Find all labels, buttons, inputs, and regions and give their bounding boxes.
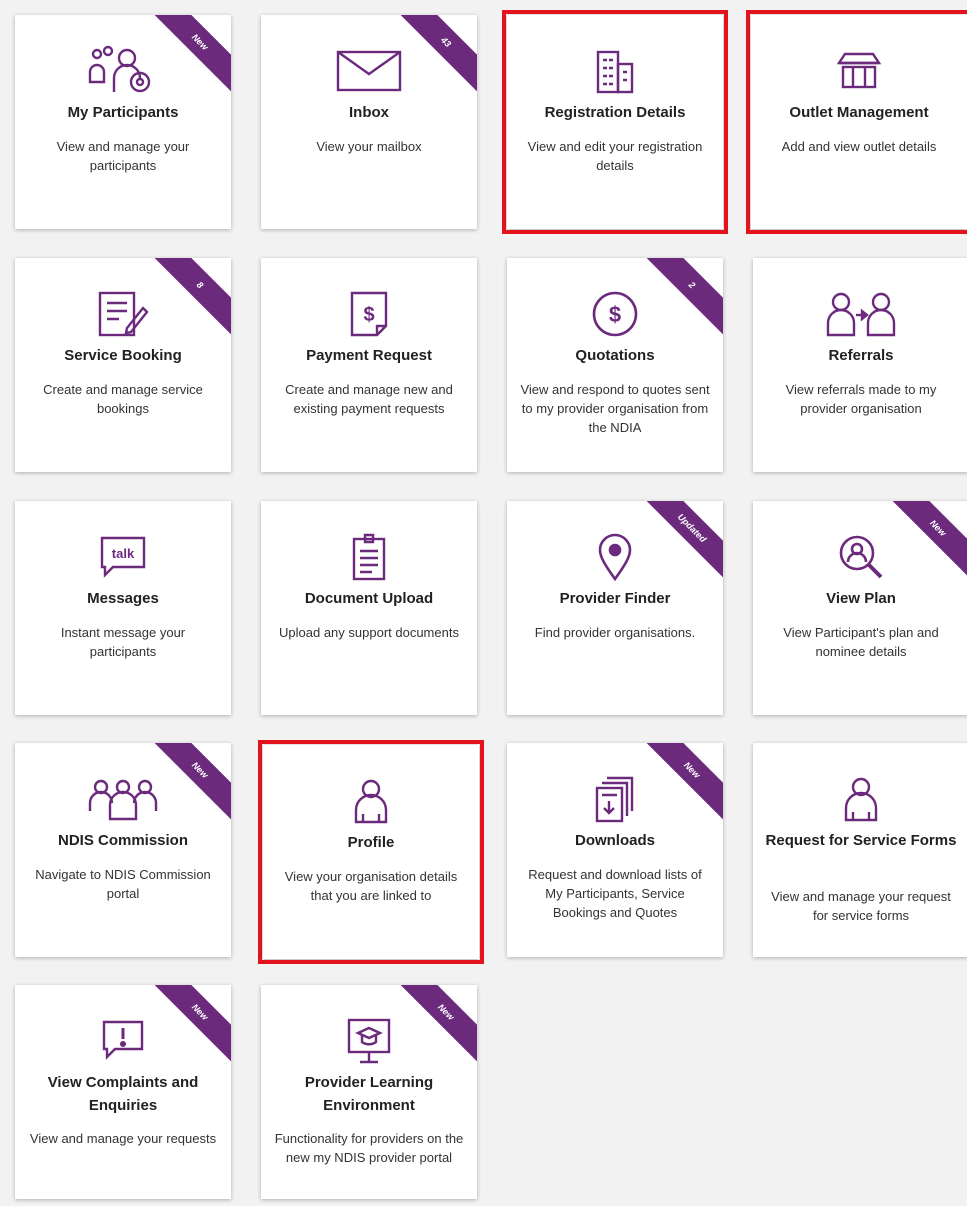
tile-title: Messages [87, 590, 159, 607]
person-icon [263, 773, 479, 829]
tile-payment-request[interactable]: $ Payment Request Create and manage new … [261, 258, 477, 472]
tile-title: Downloads [574, 832, 655, 849]
tile-description: View referrals made to my provider organ… [785, 382, 937, 416]
tile-description: Find provider organisations. [534, 625, 696, 640]
tile-provider-finder[interactable]: Provider Finder Find provider organisati… [507, 501, 723, 715]
tile-description: Functionality for providers on the new m… [274, 1131, 464, 1165]
svg-text:$: $ [609, 302, 621, 327]
tile-description: Create and manage service bookings [43, 382, 203, 416]
tile-title: Referrals [828, 347, 894, 364]
tile-description: Create and manage new and existing payme… [285, 382, 453, 416]
tile-description: View your mailbox [316, 139, 422, 154]
tile-registration-details[interactable]: Registration Details View and edit your … [502, 10, 728, 234]
tile-title: Request for Service Forms [765, 832, 957, 849]
tile-inbox[interactable]: Inbox View your mailbox 43 [261, 15, 477, 229]
tile-title: Provider Finder [559, 590, 671, 607]
building-icon [507, 43, 723, 99]
svg-text:talk: talk [112, 546, 135, 561]
tile-referrals[interactable]: Referrals View referrals made to my prov… [753, 258, 967, 472]
tile-description: View and edit your registration details [527, 139, 703, 173]
tile-view-complaints-and-enquiries[interactable]: View Complaints and Enquiries View and m… [15, 985, 231, 1199]
tile-description: View Participant's plan and nominee deta… [783, 625, 939, 659]
tile-description: Request and download lists of My Partici… [528, 867, 702, 920]
dollar-document-icon: $ [261, 286, 477, 342]
tile-description: View your organisation details that you … [284, 869, 458, 903]
tile-outlet-management[interactable]: Outlet Management Add and view outlet de… [746, 10, 967, 234]
tile-title: My Participants [67, 104, 179, 121]
tile-title: Payment Request [306, 347, 432, 364]
tile-title: View Complaints and Enquiries [47, 1074, 199, 1114]
tile-service-booking[interactable]: Service Booking Create and manage servic… [15, 258, 231, 472]
tile-description: Add and view outlet details [781, 139, 937, 154]
tile-downloads[interactable]: Downloads Request and download lists of … [507, 743, 723, 957]
tile-title: Registration Details [544, 104, 686, 121]
tile-description: Instant message your participants [60, 625, 186, 659]
tile-title: Service Booking [64, 347, 182, 364]
tile-view-plan[interactable]: View Plan View Participant's plan and no… [753, 501, 967, 715]
tile-description: Upload any support documents [279, 625, 459, 640]
tile-profile[interactable]: Profile View your organisation details t… [258, 740, 484, 964]
tile-description: View and manage your participants [56, 139, 190, 173]
svg-text:$: $ [363, 304, 374, 326]
tile-quotations[interactable]: $ Quotations View and respond to quotes … [507, 258, 723, 472]
tile-title: Inbox [349, 104, 389, 121]
storefront-icon [751, 43, 967, 99]
tile-title: View Plan [826, 590, 896, 607]
tile-description: View and respond to quotes sent to my pr… [520, 382, 710, 435]
tile-title: Profile [347, 834, 395, 851]
tile-ndis-commission[interactable]: NDIS Commission Navigate to NDIS Commiss… [15, 743, 231, 957]
tile-request-for-service-forms[interactable]: Request for Service Forms View and manag… [753, 743, 967, 957]
tile-title: Quotations [575, 347, 655, 364]
tile-title: Document Upload [304, 590, 434, 607]
tile-messages[interactable]: talk Messages Instant message your parti… [15, 501, 231, 715]
tile-description: View and manage your request for service… [771, 889, 951, 923]
tile-description: View and manage your requests [29, 1131, 217, 1146]
person-icon [753, 771, 967, 827]
tile-my-participants[interactable]: My Participants View and manage your par… [15, 15, 231, 229]
talk-bubble-icon: talk [15, 529, 231, 585]
tile-provider-learning-environment[interactable]: Provider Learning Environment Functional… [261, 985, 477, 1199]
clipboard-icon [261, 529, 477, 585]
tile-title: NDIS Commission [57, 832, 189, 849]
tile-description: Navigate to NDIS Commission portal [35, 867, 211, 901]
referral-people-icon [753, 286, 967, 342]
tile-document-upload[interactable]: Document Upload Upload any support docum… [261, 501, 477, 715]
tile-title: Outlet Management [789, 104, 929, 121]
tile-title: Provider Learning Environment [304, 1074, 434, 1114]
